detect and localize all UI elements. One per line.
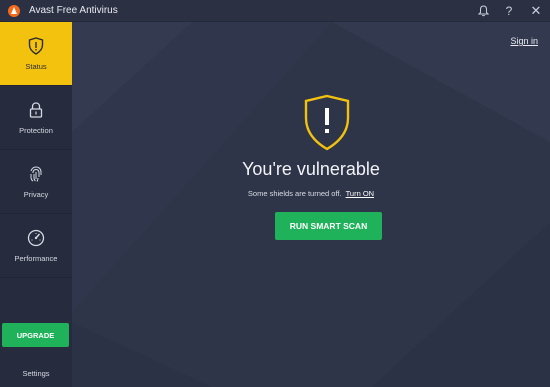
sidebar-item-label: Performance	[14, 254, 58, 263]
sign-in-link[interactable]: Sign in	[510, 36, 538, 46]
bell-icon[interactable]	[470, 0, 496, 22]
sidebar-item-label: Privacy	[23, 190, 49, 199]
title-actions: ? ✕	[470, 0, 550, 22]
main-panel: Sign in You're vulnerable Some shields a…	[72, 22, 550, 387]
help-icon[interactable]: ?	[496, 0, 522, 22]
sidebar-item-protection[interactable]: Protection	[0, 86, 72, 150]
app-title: Avast Free Antivirus	[29, 5, 118, 16]
shield-alert-icon	[26, 36, 46, 56]
status-subline-text: Some shields are turned off.	[247, 189, 342, 198]
sidebar-item-settings[interactable]: Settings	[0, 362, 72, 384]
avast-logo-icon	[6, 3, 22, 19]
run-smart-scan-button[interactable]: RUN SMART SCAN	[275, 212, 382, 240]
sidebar-item-privacy[interactable]: Privacy	[0, 150, 72, 214]
sidebar-item-status[interactable]: Status	[0, 22, 72, 86]
sidebar-item-label: Status	[25, 62, 47, 71]
turn-on-link[interactable]: Turn ON	[346, 189, 374, 198]
background-pattern	[72, 22, 550, 387]
title-bar: Avast Free Antivirus ? ✕	[0, 0, 550, 22]
sidebar-item-label: Protection	[19, 126, 53, 135]
status-subline: Some shields are turned off. Turn ON	[72, 189, 550, 198]
fingerprint-icon	[26, 164, 46, 184]
upgrade-button[interactable]: UPGRADE	[2, 323, 69, 347]
sidebar-item-performance[interactable]: Performance	[0, 214, 72, 278]
lock-icon	[26, 100, 46, 120]
status-headline: You're vulnerable	[242, 159, 380, 179]
warning-shield-icon	[303, 94, 351, 152]
close-icon[interactable]: ✕	[522, 0, 550, 22]
sidebar: Status Protection Privacy Performance UP…	[0, 22, 72, 387]
speedometer-icon	[26, 228, 46, 248]
